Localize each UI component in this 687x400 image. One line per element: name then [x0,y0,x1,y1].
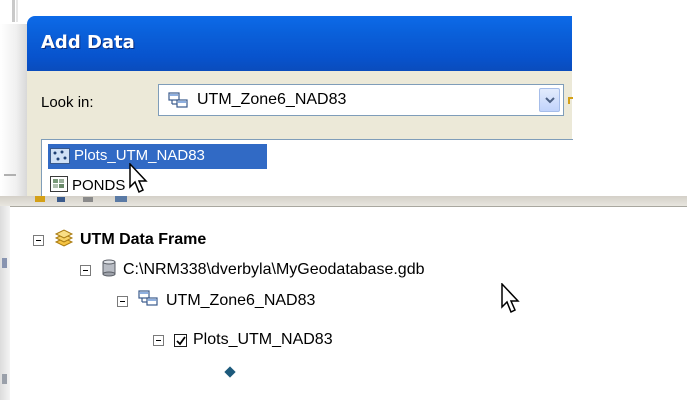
toolbar-edge [0,196,687,207]
dialog-titlebar[interactable]: Add Data [27,16,572,71]
table-of-contents: UTM Data Frame C:\NRM338\dverbyla\MyGeod… [0,196,687,400]
geodatabase-path: C:\NRM338\dverbyla\MyGeodatabase.gdb [123,261,425,278]
background-window-strip [0,24,27,204]
list-item-label: Plots_UTM_NAD83 [74,147,205,164]
dropdown-arrow-button[interactable] [539,88,560,112]
geodatabase-icon [101,259,117,282]
dialog-body: Look in: UTM_Zone6_NAD83 Plots_UTM_NAD83… [27,71,575,205]
collapse-icon[interactable] [153,334,164,346]
point-symbol-icon[interactable] [224,366,236,378]
tree-row-feature-dataset[interactable]: UTM_Zone6_NAD83 [117,289,316,313]
layer-visibility-checkbox[interactable] [174,333,187,347]
layers-icon [54,228,74,252]
background-window-edge [0,0,30,24]
up-one-level-icon[interactable] [567,93,575,105]
checkmark-icon [176,335,186,345]
tree-row-geodatabase[interactable]: C:\NRM338\dverbyla\MyGeodatabase.gdb [80,259,425,281]
look-in-label: Look in: [41,94,94,111]
layer-label: Plots_UTM_NAD83 [193,331,333,348]
mouse-cursor-icon [501,282,523,322]
collapse-icon[interactable] [33,234,44,246]
add-data-dialog: Add Data Look in: UTM_Zone6_NAD83 Plots_… [0,0,687,205]
collapse-icon[interactable] [117,295,128,307]
chevron-down-icon [545,97,555,104]
data-frame-label: UTM Data Frame [80,231,207,248]
tree-row-layer[interactable]: Plots_UTM_NAD83 [153,329,333,351]
collapse-icon[interactable] [80,264,91,276]
dialog-title: Add Data [41,32,135,53]
feature-dataset-icon [168,92,190,115]
list-item-label: PONDS [72,177,126,194]
list-item[interactable]: Plots_UTM_NAD83 [48,144,267,169]
toc-left-edge [0,206,10,400]
look-in-dropdown[interactable]: UTM_Zone6_NAD83 [158,84,564,116]
point-feature-class-icon [50,148,70,169]
look-in-value: UTM_Zone6_NAD83 [197,91,347,108]
feature-dataset-icon [138,289,160,313]
feature-dataset-label: UTM_Zone6_NAD83 [166,292,316,309]
tree-row-data-frame[interactable]: UTM Data Frame [33,228,207,252]
